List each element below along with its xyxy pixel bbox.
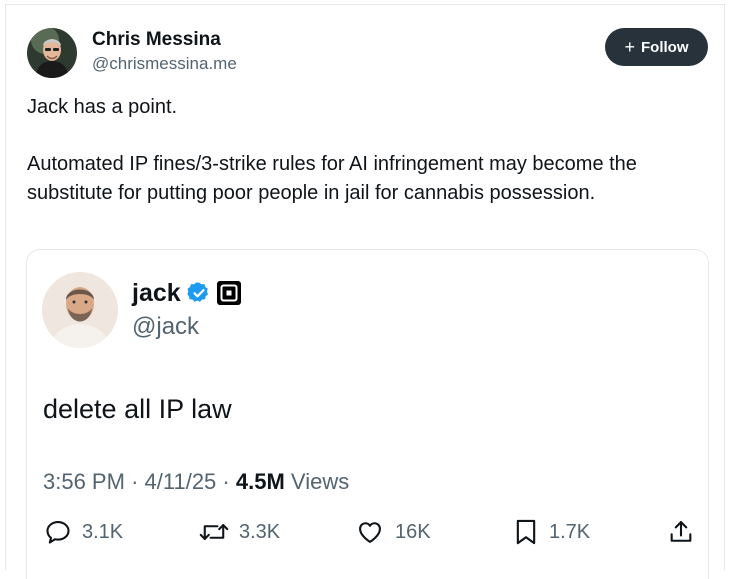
repost-icon [199, 524, 229, 540]
action-bar: 3.1K 3.3K 16K 1.7K [27, 518, 710, 558]
share-button[interactable] [667, 518, 695, 546]
follow-button[interactable]: + Follow [605, 28, 708, 66]
like-count: 16K [395, 520, 431, 543]
views-count: 4.5M [235, 469, 285, 494]
verified-badge-icon [186, 282, 208, 302]
quoted-author-name[interactable]: jack [132, 278, 181, 308]
meta-separator: · [131, 469, 139, 494]
author-handle[interactable]: @chrismessina.me [92, 54, 237, 74]
follow-label: Follow [641, 38, 689, 56]
post-text-paragraph: Automated IP fines/3-strike rules for AI… [27, 153, 637, 204]
repost-button[interactable]: 3.3K [199, 518, 280, 546]
quoted-post[interactable]: jack @jack delete all IP law 3:56 PM · 4… [26, 249, 709, 579]
heart-icon [359, 522, 381, 543]
share-icon [670, 521, 692, 542]
author-avatar[interactable] [27, 28, 77, 78]
author-name[interactable]: Chris Messina [92, 29, 221, 51]
post-card: Chris Messina @chrismessina.me + Follow … [5, 4, 725, 579]
square-affiliate-icon[interactable] [216, 281, 241, 305]
quoted-author-avatar[interactable] [42, 272, 118, 348]
plus-icon: + [624, 37, 635, 57]
bookmark-button[interactable]: 1.7K [513, 518, 590, 546]
quoted-author-name-row: jack [132, 278, 241, 308]
reply-icon [46, 521, 70, 544]
repost-count: 3.3K [239, 520, 281, 543]
post-metadata: 3:56 PM · 4/11/25 · 4.5M Views [43, 469, 349, 495]
post-text-line: Jack has a point. [27, 96, 178, 118]
meta-separator: · [222, 469, 230, 494]
post-date[interactable]: 4/11/25 [145, 469, 217, 494]
like-button[interactable]: 16K [355, 518, 431, 546]
reply-count: 3.1K [82, 520, 124, 543]
quoted-author-handle[interactable]: @jack [132, 313, 199, 341]
quoted-post-text: delete all IP law [43, 394, 232, 424]
views-label: Views [290, 469, 350, 494]
bookmark-icon [516, 519, 536, 545]
bookmark-count: 1.7K [549, 520, 591, 543]
post-time[interactable]: 3:56 PM [43, 469, 125, 494]
reply-button[interactable]: 3.1K [44, 518, 123, 546]
